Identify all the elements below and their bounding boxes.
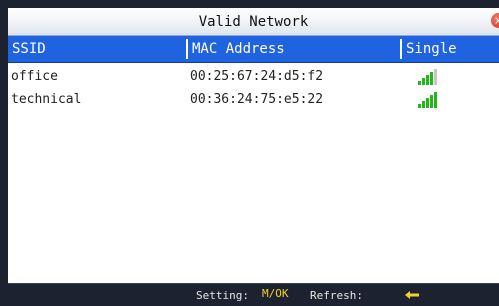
window-title: Valid Network — [198, 14, 309, 30]
signal-bar — [426, 75, 429, 85]
arrow-left-icon[interactable] — [405, 291, 419, 299]
signal-bar — [418, 104, 421, 108]
signal-strength-icon — [418, 92, 444, 108]
table-row[interactable]: technical 00:36:24:75:e5:22 — [8, 89, 499, 111]
setting-label: Setting: — [196, 289, 249, 302]
signal-bar — [418, 81, 421, 85]
signal-bar — [430, 95, 433, 108]
signal-strength-icon — [418, 69, 444, 85]
column-header-signal[interactable]: Single — [400, 39, 499, 59]
table-header: SSID MAC Address Single — [8, 35, 499, 63]
signal-bar — [426, 98, 429, 108]
ssid-cell: office — [11, 69, 58, 84]
screen: Valid Network × SSID MAC Address Single … — [8, 8, 499, 306]
signal-bar — [422, 101, 425, 108]
signal-bar — [430, 72, 433, 85]
column-header-mac[interactable]: MAC Address — [186, 39, 400, 59]
ssid-cell: technical — [11, 92, 82, 107]
close-icon[interactable]: × — [491, 13, 499, 28]
mac-cell: 00:25:67:24:d5:f2 — [190, 69, 324, 84]
column-header-ssid[interactable]: SSID — [8, 39, 186, 59]
device-frame: Valid Network × SSID MAC Address Single … — [0, 0, 499, 306]
signal-bar — [422, 78, 425, 85]
signal-bar — [434, 69, 437, 85]
refresh-label: Refresh: — [310, 289, 363, 302]
status-bar: Setting: M/OK Refresh: — [8, 283, 499, 306]
setting-key: M/OK — [262, 287, 289, 300]
table-row[interactable]: office 00:25:67:24:d5:f2 — [8, 66, 499, 88]
signal-bar — [434, 92, 437, 108]
title-bar: Valid Network × — [8, 8, 499, 36]
mac-cell: 00:36:24:75:e5:22 — [190, 92, 324, 107]
